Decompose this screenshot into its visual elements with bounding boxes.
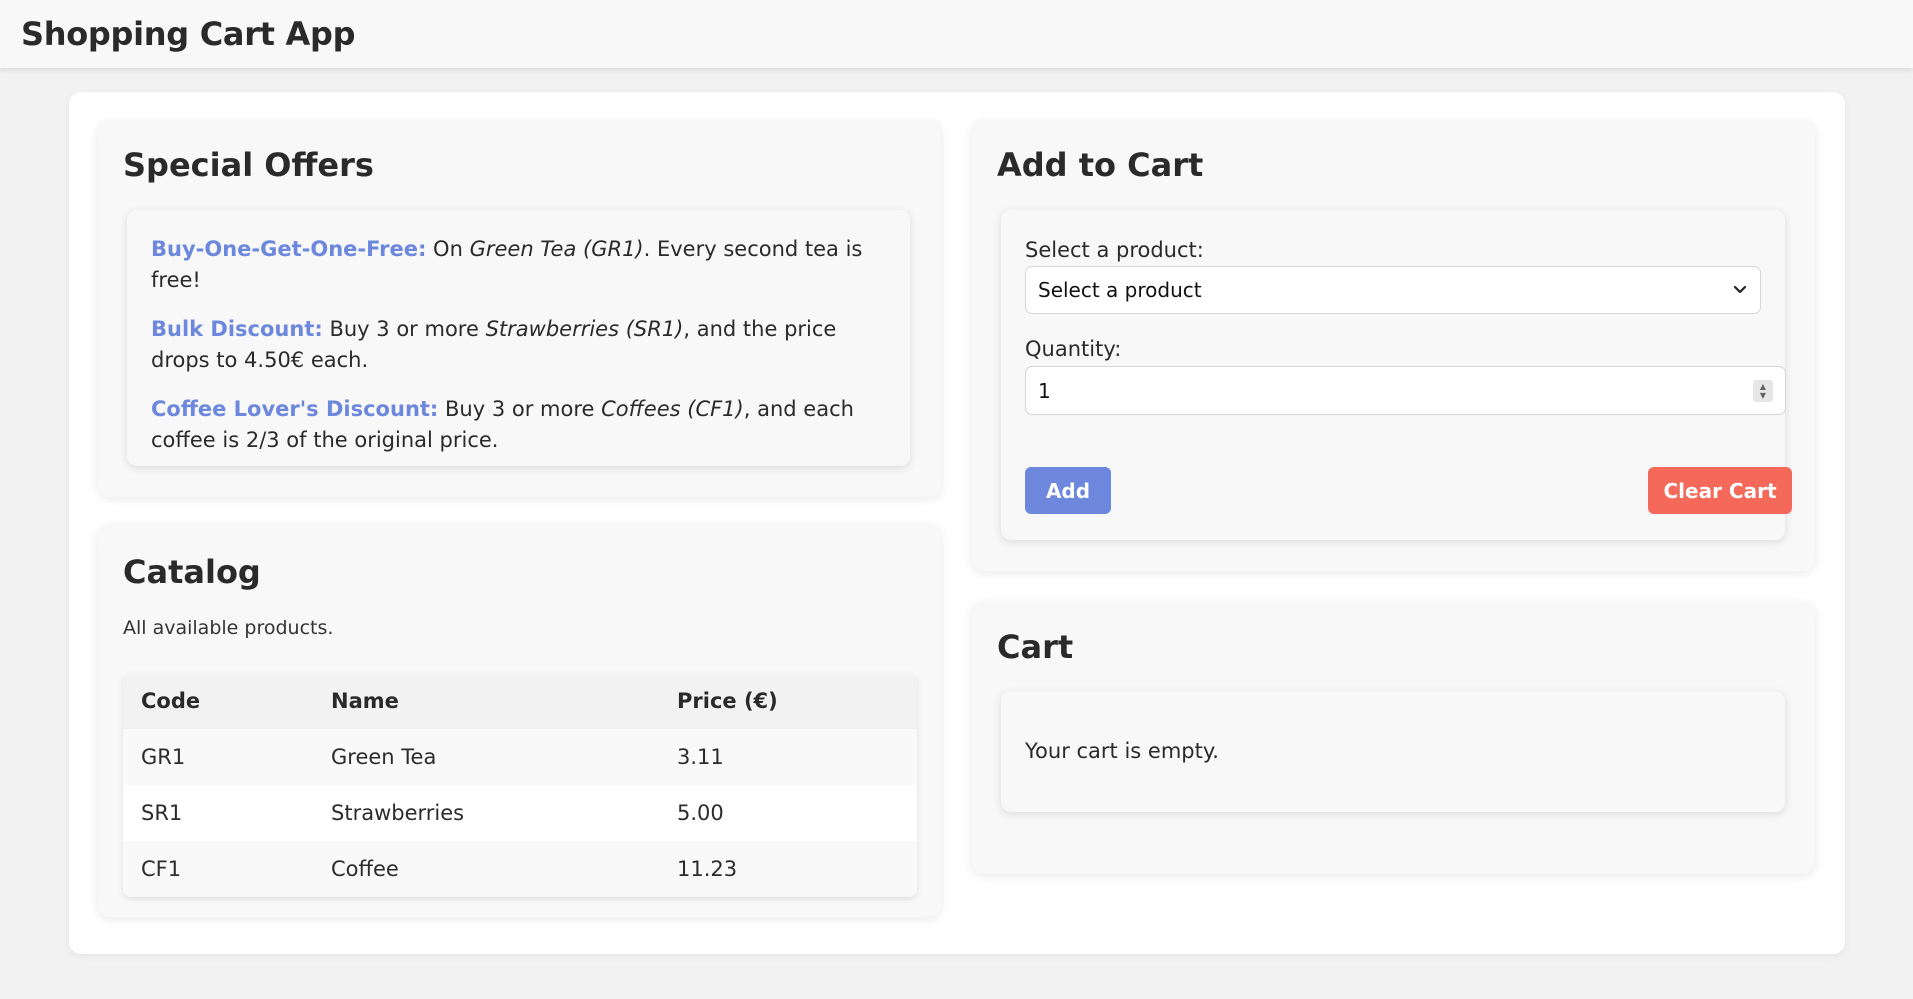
special-offers-heading: Special Offers <box>123 146 374 184</box>
offer-text: Buy 3 or more <box>329 317 479 341</box>
column-header-name: Name <box>313 673 659 729</box>
cell-code: SR1 <box>123 785 313 841</box>
table-header-row: Code Name Price (€) <box>123 673 917 729</box>
table-row: SR1 Strawberries 5.00 <box>123 785 917 841</box>
offer-item: Bulk Discount: Buy 3 or more Strawberrie… <box>151 314 886 376</box>
cell-price: 11.23 <box>659 841 917 897</box>
add-to-cart-card: Add to Cart Select a product: Select a p… <box>972 120 1815 571</box>
offer-text: Buy 3 or more <box>445 397 595 421</box>
offer-item: Buy-One-Get-One-Free: On Green Tea (GR1)… <box>151 234 886 296</box>
cell-code: GR1 <box>123 729 313 785</box>
quantity-stepper[interactable]: ▲ ▼ <box>1753 380 1773 402</box>
special-offers-card: Special Offers Buy-One-Get-One-Free: On … <box>98 120 941 497</box>
offer-title: Bulk Discount: <box>151 317 323 341</box>
quantity-label: Quantity: <box>1025 337 1122 361</box>
product-select[interactable]: Select a product <box>1025 266 1761 314</box>
cell-code: CF1 <box>123 841 313 897</box>
clear-cart-button[interactable]: Clear Cart <box>1648 467 1792 514</box>
table-row: CF1 Coffee 11.23 <box>123 841 917 897</box>
cart-empty-message: Your cart is empty. <box>1025 739 1219 763</box>
add-to-cart-form: Select a product: Select a product Quant… <box>1001 210 1792 540</box>
main-container: Special Offers Buy-One-Get-One-Free: On … <box>69 92 1845 954</box>
cart-contents: Your cart is empty. <box>1001 691 1785 812</box>
add-button[interactable]: Add <box>1025 467 1111 514</box>
offer-product: Green Tea (GR1) <box>469 237 644 261</box>
stepper-down-icon[interactable]: ▼ <box>1760 391 1766 400</box>
catalog-heading: Catalog <box>123 553 261 591</box>
cell-name: Green Tea <box>313 729 659 785</box>
add-to-cart-heading: Add to Cart <box>997 146 1204 184</box>
catalog-description: All available products. <box>123 617 334 639</box>
top-bar: Shopping Cart App <box>0 0 1913 68</box>
cell-name: Strawberries <box>313 785 659 841</box>
quantity-input[interactable]: 1 ▲ ▼ <box>1025 366 1786 415</box>
offer-title: Buy-One-Get-One-Free: <box>151 237 427 261</box>
quantity-value: 1 <box>1038 378 1051 403</box>
offers-list: Buy-One-Get-One-Free: On Green Tea (GR1)… <box>127 210 910 466</box>
offer-title: Coffee Lover's Discount: <box>151 397 439 421</box>
catalog-table: Code Name Price (€) GR1 Green Tea 3.11 S… <box>123 673 917 897</box>
column-header-price: Price (€) <box>659 673 917 729</box>
cart-card: Cart Your cart is empty. <box>972 602 1815 874</box>
cart-heading: Cart <box>997 628 1074 666</box>
stepper-up-icon[interactable]: ▲ <box>1760 382 1766 391</box>
catalog-card: Catalog All available products. Code Nam… <box>98 525 941 917</box>
column-header-code: Code <box>123 673 313 729</box>
offer-text: On <box>433 237 463 261</box>
product-label: Select a product: <box>1025 238 1204 262</box>
cell-price: 5.00 <box>659 785 917 841</box>
chevron-down-icon <box>1733 285 1747 294</box>
product-select-value: Select a product <box>1038 278 1202 302</box>
cell-price: 3.11 <box>659 729 917 785</box>
app-title: Shopping Cart App <box>21 15 356 53</box>
offer-product: Coffees (CF1) <box>601 397 744 421</box>
offer-item: Coffee Lover's Discount: Buy 3 or more C… <box>151 394 886 456</box>
cell-name: Coffee <box>313 841 659 897</box>
table-row: GR1 Green Tea 3.11 <box>123 729 917 785</box>
offer-product: Strawberries (SR1) <box>485 317 684 341</box>
